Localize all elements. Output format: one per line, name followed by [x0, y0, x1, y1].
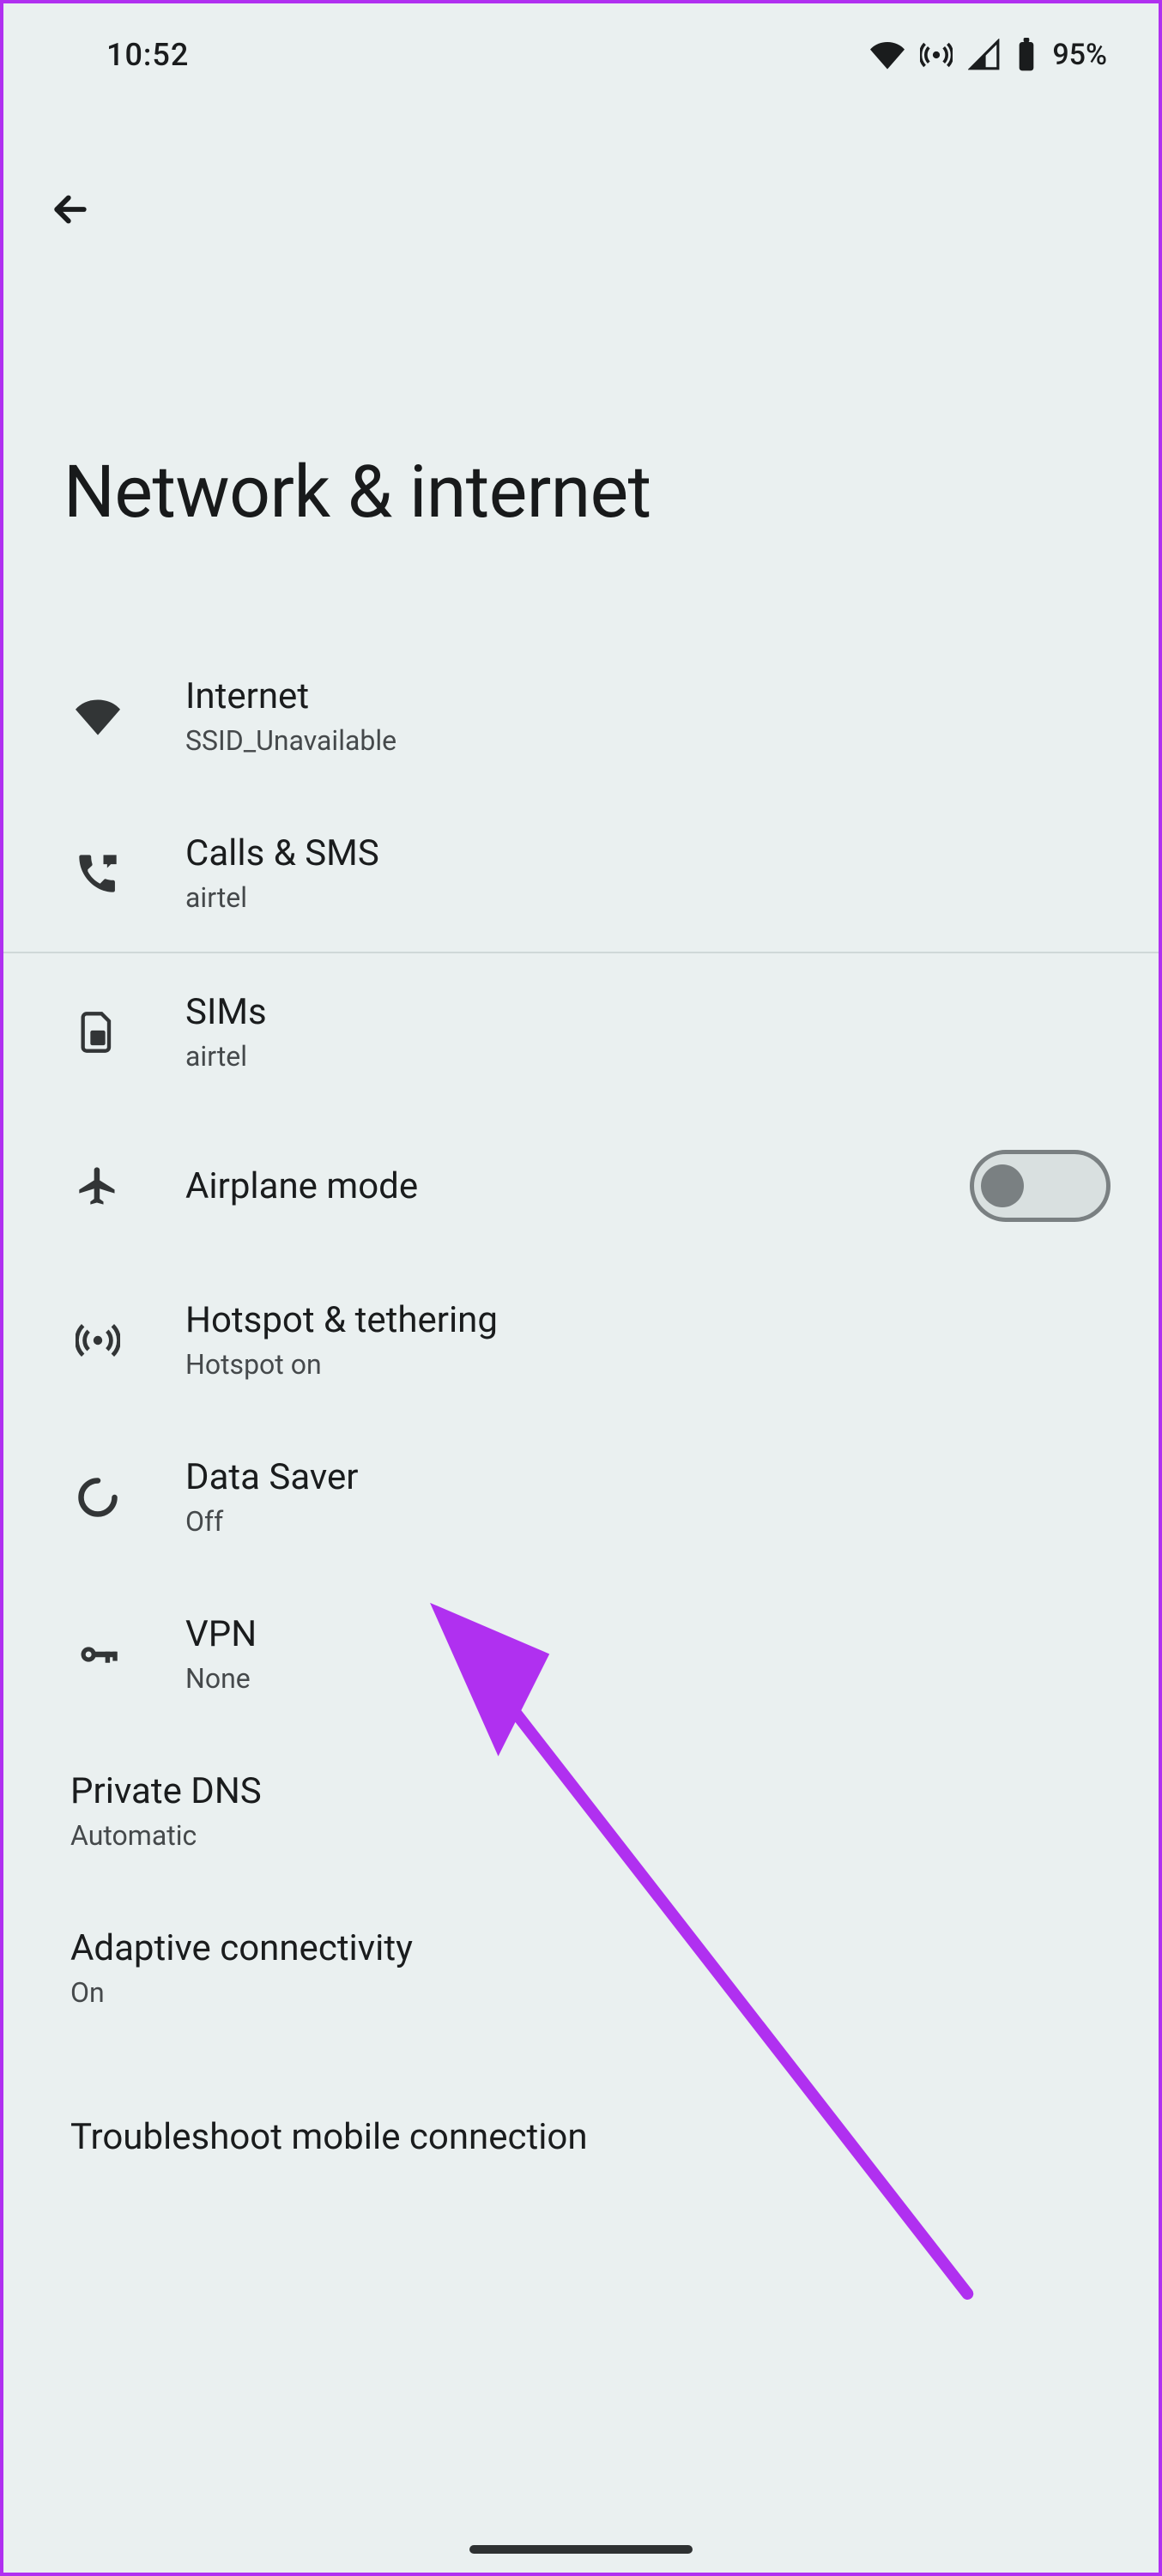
- wifi-icon: [70, 689, 125, 744]
- item-subtitle: SSID_Unavailable: [185, 724, 1111, 757]
- item-adaptive-connectivity[interactable]: Adaptive connectivity On: [3, 1890, 1159, 2047]
- item-subtitle: On: [70, 1976, 1111, 2009]
- item-title: VPN: [185, 1613, 1111, 1655]
- status-icons: 95%: [870, 38, 1107, 72]
- item-subtitle: Hotspot on: [185, 1348, 1111, 1381]
- phone-sms-icon: [70, 846, 125, 901]
- item-title: Airplane mode: [185, 1165, 970, 1207]
- item-title: Troubleshoot mobile connection: [70, 2116, 1111, 2158]
- signal-icon: [968, 39, 1001, 71]
- battery-text: 95%: [1052, 38, 1107, 72]
- gesture-bar: [469, 2545, 693, 2554]
- vpn-key-icon: [70, 1627, 125, 1682]
- item-subtitle: Off: [185, 1505, 1111, 1538]
- sim-icon: [70, 1005, 125, 1060]
- item-title: Private DNS: [70, 1770, 1111, 1812]
- item-subtitle: airtel: [185, 881, 1111, 914]
- back-button[interactable]: [45, 184, 96, 235]
- item-calls-sms[interactable]: Calls & SMS airtel: [3, 795, 1159, 952]
- item-title: Calls & SMS: [185, 832, 1111, 874]
- item-airplane-mode[interactable]: Airplane mode: [3, 1110, 1159, 1261]
- status-time: 10:52: [55, 37, 189, 73]
- item-subtitle: Automatic: [70, 1819, 1111, 1852]
- item-data-saver[interactable]: Data Saver Off: [3, 1418, 1159, 1575]
- airplane-toggle[interactable]: [970, 1150, 1111, 1222]
- status-bar: 10:52 95%: [3, 3, 1159, 106]
- hotspot-icon: [70, 1313, 125, 1368]
- item-hotspot-tethering[interactable]: Hotspot & tethering Hotspot on: [3, 1261, 1159, 1418]
- item-private-dns[interactable]: Private DNS Automatic: [3, 1732, 1159, 1890]
- item-title: Adaptive connectivity: [70, 1927, 1111, 1969]
- item-title: SIMs: [185, 991, 1111, 1033]
- item-vpn[interactable]: VPN None: [3, 1575, 1159, 1732]
- item-sims[interactable]: SIMs airtel: [3, 953, 1159, 1110]
- airplane-icon: [70, 1158, 125, 1213]
- item-internet[interactable]: Internet SSID_Unavailable: [3, 638, 1159, 795]
- item-troubleshoot[interactable]: Troubleshoot mobile connection: [3, 2047, 1159, 2198]
- item-title: Hotspot & tethering: [185, 1299, 1111, 1341]
- settings-list: Internet SSID_Unavailable Calls & SMS ai…: [3, 638, 1159, 2198]
- battery-icon: [1016, 38, 1037, 72]
- toggle-knob: [981, 1164, 1024, 1207]
- hotspot-icon: [920, 39, 953, 71]
- item-subtitle: None: [185, 1662, 1111, 1695]
- item-title: Data Saver: [185, 1456, 1111, 1498]
- item-subtitle: airtel: [185, 1040, 1111, 1073]
- wifi-icon: [870, 38, 905, 72]
- item-title: Internet: [185, 675, 1111, 717]
- page-title: Network & internet: [3, 235, 1159, 638]
- data-saver-icon: [70, 1470, 125, 1525]
